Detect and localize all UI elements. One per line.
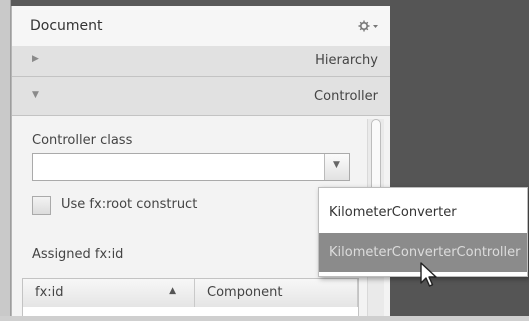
assigned-fxid-table: fx:id ▲ Component	[22, 278, 359, 321]
gear-dropdown-icon[interactable]	[358, 18, 380, 34]
assigned-fxid-label: Assigned fx:id	[32, 247, 124, 262]
collapse-arrow-icon: ▼	[32, 90, 39, 100]
column-header-label: Component	[207, 285, 283, 300]
window-frame-left	[0, 0, 11, 321]
controller-class-combobox[interactable]: ▼	[32, 153, 350, 181]
panel-header: Document	[12, 6, 390, 47]
fx-root-label: Use fx:root construct	[61, 197, 198, 212]
combobox-dropdown-button[interactable]: ▼	[324, 154, 349, 180]
mouse-pointer-icon	[419, 262, 441, 290]
expand-arrow-icon: ▶	[32, 54, 39, 64]
column-header-component[interactable]: Component	[195, 279, 358, 307]
section-controller[interactable]: ▼ Controller	[12, 77, 390, 116]
dropdown-option-label: KilometerConverterController	[329, 245, 521, 260]
column-header-fxid[interactable]: fx:id ▲	[23, 279, 195, 307]
window-frame-bottom	[0, 316, 529, 321]
sort-ascending-icon: ▲	[169, 286, 176, 296]
section-hierarchy[interactable]: ▶ Hierarchy	[12, 46, 390, 77]
section-label: Controller	[314, 89, 378, 104]
dropdown-option-label: KilometerConverter	[329, 205, 457, 220]
controller-class-label: Controller class	[32, 133, 133, 148]
panel-title: Document	[30, 18, 103, 34]
column-header-label: fx:id	[35, 285, 64, 300]
fx-root-checkbox[interactable]	[32, 196, 51, 215]
section-label: Hierarchy	[315, 53, 378, 68]
dropdown-option[interactable]: KilometerConverter	[319, 193, 527, 232]
chevron-down-icon: ▼	[333, 160, 340, 170]
